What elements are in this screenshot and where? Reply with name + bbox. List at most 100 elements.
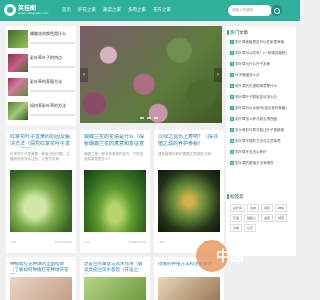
rank-badge: 8 (230, 117, 234, 121)
hot-article-title: 彩叶草叶子颜色变淡怎么办 (235, 95, 277, 99)
nav-item-flowers[interactable]: 花卉之家 (153, 7, 171, 13)
rank-badge: 3 (230, 62, 234, 66)
hot-article-item[interactable]: 12彩叶草的繁殖方法有哪些 (230, 161, 294, 172)
tag-chip[interactable]: 多肉 (247, 204, 260, 212)
nav-item-home[interactable]: 首页 (62, 7, 71, 13)
view-count: 196 (10, 240, 16, 244)
list-item-meta (30, 114, 75, 116)
hot-article-title: 彩叶草怎么养才能长得茂盛 (235, 117, 277, 121)
floating-badge[interactable]: 中国 (196, 240, 266, 280)
tag-chip[interactable]: 月季 (230, 224, 243, 232)
carousel-dots (140, 117, 158, 119)
article-meta: 196 2020-06-06 (10, 240, 72, 244)
tag-chip[interactable]: 养殖 (261, 204, 274, 212)
hot-article-item[interactable]: 10彩叶草扦插的方法与注意事项 (230, 139, 294, 150)
search-icon[interactable] (271, 5, 282, 16)
thumbnail-image (8, 102, 28, 120)
nav-item-succulents[interactable]: 多肉之家 (128, 7, 146, 13)
site-logo[interactable]: 笑挂图 www.xiaoguatu.com (4, 2, 48, 19)
hot-article-item[interactable]: 6 彩叶草叶子颜色变淡怎么办 (230, 95, 294, 106)
hot-article-item[interactable]: 7 彩叶草可以水培吗(适合室内种植) (230, 106, 294, 117)
badge-text: 中国 (216, 249, 244, 265)
sidebar-heading: 热门文章 (227, 30, 248, 36)
tag-cloud: 彩叶草 多肉 养殖 种植 花语 蝴蝶兰 盆栽 绿萝 月季 兰花 (230, 204, 294, 232)
view-count: 188 (158, 240, 164, 244)
sidebar: 热门文章 1 彩叶草种植是否可以在家里养殖 2 彩叶草可以吃吗？(一种观赏植物) 3… (226, 26, 296, 256)
article-image[interactable] (10, 277, 72, 300)
tags-heading: 标签云 (227, 194, 244, 200)
tag-chip[interactable]: 花语 (230, 214, 243, 222)
hot-article-item[interactable]: 3 彩叶草为什么叶子发黄 (230, 62, 294, 73)
tag-chip[interactable]: 种植 (275, 204, 288, 212)
thumbnail-image (8, 30, 28, 48)
hot-article-title: 怎么养彩叶草才能让叶子更鲜艳 (235, 128, 284, 132)
tag-chip[interactable]: 蝴蝶兰 (244, 214, 260, 222)
rank-badge: 10 (230, 139, 234, 143)
tag-chip[interactable]: 盆栽 (261, 214, 274, 222)
nav-item-vegetables[interactable]: 蔬菜之家 (103, 7, 121, 13)
tag-chip[interactable]: 兰花 (244, 224, 257, 232)
list-item[interactable]: 彩叶草叶子的特点 (6, 52, 76, 74)
hot-article-item[interactable]: 8 彩叶草怎么养才能长得茂盛 (230, 117, 294, 128)
rank-badge: 6 (230, 95, 234, 99)
thumbnail-image (8, 78, 28, 96)
article-title[interactable]: 红掌花叶子发黄的原因及解决方法（探究红掌花叶子发黄的原因） (10, 134, 72, 148)
nav-item-care[interactable]: 护花之家 (78, 7, 96, 13)
article-excerpt: 红掌花叶子发黄是一种常见的问题，主要原因有浇水过多、光照不足等。 (10, 152, 70, 161)
article-image[interactable] (158, 277, 220, 300)
article-title[interactable]: 种植蜡红花种球的全面指南（了解如何种植红花种球开花吧） (10, 262, 72, 274)
article-image[interactable] (84, 277, 146, 300)
list-item-meta (30, 66, 75, 68)
hot-article-title: 彩叶草扦插的方法与注意事项 (235, 139, 281, 143)
article-excerpt: 蝴蝶兰是一种非常美丽的花卉，它的花语和寓意是什么？ (84, 152, 144, 161)
article-card[interactable]: 以绿之源为上寿吧？（探寻植之源的养护奥秘） 绿色植物的养护需要注意哪些方面？ 1… (154, 130, 224, 253)
hot-article-title: 彩叶草可以吃吗？(一种观赏植物) (235, 51, 287, 55)
hot-article-item[interactable]: 1 彩叶草种植是否可以在家里养殖 (230, 40, 294, 51)
article-title[interactable]: 以绿之源为上寿吧？（探寻植之源的养护奥秘） (158, 134, 220, 148)
carousel-next-icon[interactable]: › (214, 68, 222, 82)
article-title[interactable]: 蝴蝶兰花的花语是什么（探秘蝴蝶兰花的寓意和象征意义） (84, 134, 146, 148)
search-input[interactable]: 请输入关键词 (228, 5, 272, 16)
carousel-prev-icon[interactable]: ‹ (80, 68, 88, 82)
carousel-dot[interactable] (140, 117, 144, 119)
article-date: 2020-06-06 (128, 240, 146, 244)
article-card[interactable]: 虎皮兰的寓意与风水作用（解读虎皮兰风水意思（开运之福）） (80, 257, 150, 300)
list-item[interactable]: 彩叶草的养殖方法 (6, 76, 76, 98)
article-title[interactable]: 虎皮兰的寓意与风水作用（解读虎皮兰风水意思（开运之福）） (84, 262, 146, 274)
view-count: 172 (84, 240, 90, 244)
hot-article-title: 彩叶草冬天怎么养护 (235, 150, 267, 154)
hot-article-item[interactable]: 4 叶子蜷缩怎么办 (230, 73, 294, 84)
main-nav: 首页 护花之家 蔬菜之家 多肉之家 花卉之家 (62, 7, 171, 13)
article-image[interactable] (158, 170, 220, 232)
rank-badge: 11 (230, 150, 234, 154)
article-card[interactable]: 蝴蝶兰花的花语是什么（探秘蝴蝶兰花的寓意和象征意义） 蝴蝶兰是一种非常美丽的花卉… (80, 130, 150, 253)
article-meta: 172 2020-06-06 (84, 240, 146, 244)
list-item[interactable]: 如何养彩叶草的方法 (6, 100, 76, 122)
hot-article-title: 彩叶草种植是否可以在家里养殖 (235, 40, 284, 44)
rank-badge: 12 (230, 161, 234, 165)
rank-badge: 9 (230, 128, 234, 132)
article-image[interactable] (10, 170, 72, 232)
hero-carousel[interactable]: ‹ › (80, 26, 222, 123)
article-card[interactable]: 种植蜡红花种球的全面指南（了解如何种植红花种球开花吧） (6, 257, 76, 300)
article-date: 2020-06-06 (54, 240, 72, 244)
hot-article-title: 彩叶草为什么叶子发黄 (235, 62, 270, 66)
carousel-dot[interactable] (154, 117, 158, 119)
hot-article-item[interactable]: 2 彩叶草可以吃吗？(一种观赏植物) (230, 51, 294, 62)
hot-article-title: 彩叶草的繁殖方法有哪些 (235, 161, 274, 165)
list-item-meta (30, 90, 75, 92)
hot-article-title: 叶子蜷缩怎么办 (235, 73, 260, 77)
tag-chip[interactable]: 绿萝 (275, 214, 288, 222)
carousel-dot[interactable] (147, 117, 151, 119)
hot-article-title: 彩叶草可以水培吗(适合室内种植) (235, 106, 287, 110)
hot-article-item[interactable]: 11彩叶草冬天怎么养护 (230, 150, 294, 161)
logo-url: www.xiaoguatu.com (18, 11, 49, 15)
list-item[interactable]: 蝴蝶花的颜色是什么 (6, 28, 76, 50)
rank-badge: 2 (230, 51, 234, 55)
hot-article-item[interactable]: 5 彩叶草的花语和寓意是什么 (230, 84, 294, 95)
article-card[interactable]: 红掌花叶子发黄的原因及解决方法（探究红掌花叶子发黄的原因） 红掌花叶子发黄是一种… (6, 130, 76, 253)
list-item-meta (30, 42, 75, 44)
tag-chip[interactable]: 彩叶草 (230, 204, 246, 212)
article-image[interactable] (84, 170, 146, 232)
hot-article-item[interactable]: 9 怎么养彩叶草才能让叶子更鲜艳 (230, 128, 294, 139)
